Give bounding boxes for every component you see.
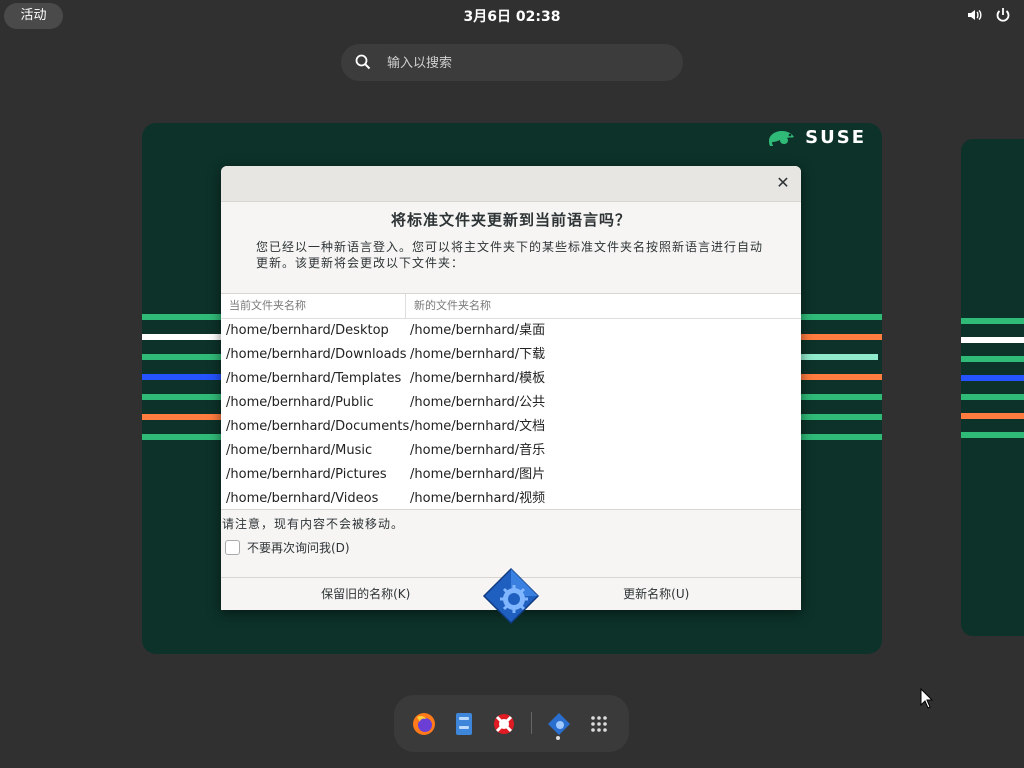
note-text: 请注意，现有内容不会被移动。 [222, 517, 405, 531]
keep-old-names-button[interactable]: 保留旧的名称(K) [221, 578, 511, 610]
stripe [961, 432, 1024, 438]
clock[interactable]: 3月6日 02:38 [0, 6, 1024, 26]
files-icon[interactable] [451, 711, 477, 737]
current-name: /home/bernhard/Downloads [226, 347, 407, 362]
stripe [142, 414, 222, 420]
stripe [800, 374, 882, 380]
stripe [961, 413, 1024, 419]
dialog-titlebar[interactable]: ✕ [221, 166, 801, 202]
table-row[interactable]: /home/bernhard/Pictures/home/bernhard/图片 [221, 463, 801, 487]
table-row[interactable]: /home/bernhard/Desktop/home/bernhard/桌面 [221, 319, 801, 343]
stripe [142, 334, 222, 340]
new-name: /home/bernhard/文档 [410, 419, 546, 434]
help-icon[interactable] [491, 711, 517, 737]
stripe [142, 314, 222, 320]
running-indicator [556, 736, 560, 740]
table-row[interactable]: /home/bernhard/Public/home/bernhard/公共 [221, 391, 801, 415]
new-name: /home/bernhard/音乐 [410, 443, 546, 458]
update-names-button[interactable]: 更新名称(U) [510, 578, 802, 610]
table-header: 当前文件夹名称 新的文件夹名称 [221, 294, 801, 319]
search-input[interactable] [385, 44, 669, 83]
stripe [142, 434, 222, 440]
stripe [961, 375, 1024, 381]
update-folders-dialog[interactable]: ✕ 将标准文件夹更新到当前语言吗？ 您已经以一种新语言登入。您可以将主文件夹下的… [221, 166, 801, 610]
user-dirs-update-app-icon [482, 567, 540, 625]
stripe [142, 354, 222, 360]
stripe [961, 394, 1024, 400]
checkbox-label[interactable]: 不要再次询问我(D) [247, 539, 350, 556]
show-apps-icon[interactable] [586, 711, 612, 737]
dialog-description: 您已经以一种新语言登入。您可以将主文件夹下的某些标准文件夹名按照新语言进行自动更… [256, 240, 764, 270]
current-name: /home/bernhard/Documents [226, 419, 410, 434]
stripe [961, 318, 1024, 324]
stripe [961, 356, 1024, 362]
stripe [800, 434, 882, 440]
stripe [142, 374, 222, 380]
search-bar[interactable] [341, 44, 683, 83]
stripe [800, 334, 882, 340]
search-icon [355, 54, 371, 70]
folder-table: 当前文件夹名称 新的文件夹名称 /home/bernhard/Desktop/h… [221, 293, 801, 510]
current-name: /home/bernhard/Public [226, 395, 374, 410]
volume-icon[interactable] [966, 6, 984, 24]
current-name: /home/bernhard/Desktop [226, 323, 389, 338]
checkbox-box[interactable] [225, 540, 240, 555]
stripe [142, 394, 222, 400]
chameleon-icon [769, 130, 795, 146]
current-name: /home/bernhard/Pictures [226, 467, 387, 482]
close-button[interactable]: ✕ [774, 174, 792, 192]
new-name: /home/bernhard/下载 [410, 347, 546, 362]
table-row[interactable]: /home/bernhard/Videos/home/bernhard/视频 [221, 487, 801, 511]
dock-separator [531, 712, 532, 734]
table-row[interactable]: /home/bernhard/Downloads/home/bernhard/下… [221, 343, 801, 367]
column-header-new[interactable]: 新的文件夹名称 [406, 294, 491, 318]
dock [394, 695, 629, 752]
stripe [800, 354, 878, 360]
dialog-title: 将标准文件夹更新到当前语言吗？ [390, 211, 631, 229]
user-dirs-update-icon[interactable] [546, 711, 572, 737]
firefox-icon[interactable] [411, 711, 437, 737]
current-name: /home/bernhard/Templates [226, 371, 402, 386]
current-name: /home/bernhard/Music [226, 443, 373, 458]
table-row[interactable]: /home/bernhard/Documents/home/bernhard/文… [221, 415, 801, 439]
column-header-current[interactable]: 当前文件夹名称 [221, 294, 406, 318]
stripe [800, 314, 882, 320]
suse-logo: SUSE [767, 127, 866, 148]
table-row[interactable]: /home/bernhard/Music/home/bernhard/音乐 [221, 439, 801, 463]
mouse-pointer-icon [920, 688, 934, 709]
current-name: /home/bernhard/Videos [226, 491, 379, 506]
new-name: /home/bernhard/视频 [410, 491, 546, 506]
new-name: /home/bernhard/桌面 [410, 323, 546, 338]
table-row[interactable]: /home/bernhard/Templates/home/bernhard/模… [221, 367, 801, 391]
dont-ask-again-checkbox[interactable]: 不要再次询问我(D) [225, 539, 350, 556]
suse-brand-text: SUSE [805, 127, 866, 148]
stripe [800, 394, 882, 400]
new-name: /home/bernhard/模板 [410, 371, 546, 386]
new-name: /home/bernhard/图片 [410, 467, 546, 482]
stripe [961, 337, 1024, 343]
workspace-thumbnail-next[interactable] [961, 139, 1024, 636]
stripe [800, 414, 882, 420]
new-name: /home/bernhard/公共 [410, 395, 546, 410]
system-tray[interactable] [966, 6, 1012, 24]
power-icon[interactable] [994, 6, 1012, 24]
